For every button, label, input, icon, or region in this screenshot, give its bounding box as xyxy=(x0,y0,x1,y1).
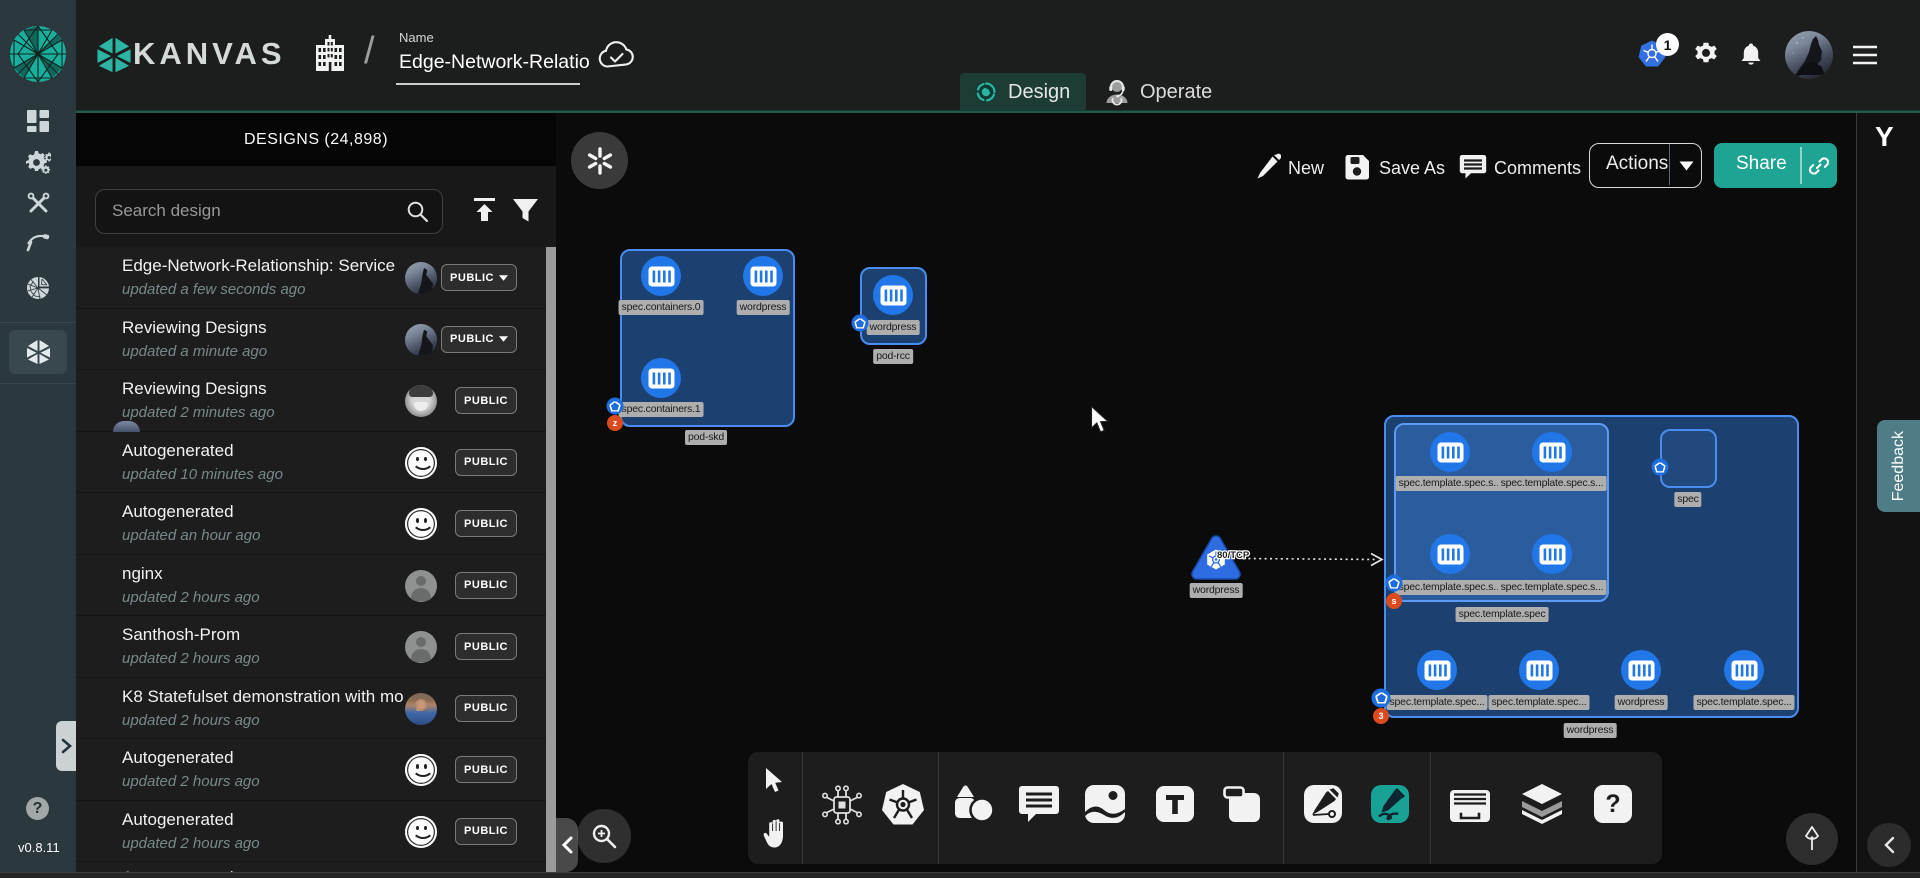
svg-text:?: ? xyxy=(1605,790,1620,818)
